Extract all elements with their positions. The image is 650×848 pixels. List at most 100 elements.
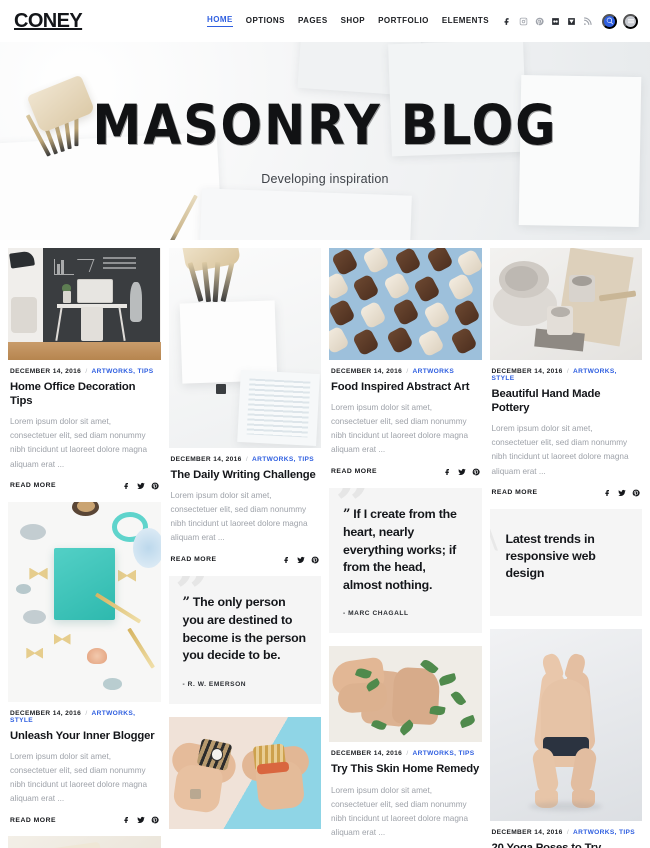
post-date: DECEMBER 14, 2016 (170, 456, 242, 463)
meta-separator: / (406, 750, 409, 758)
post-excerpt: Lorem ipsum dolor sit amet, consectetuer… (10, 751, 148, 804)
nav-item-portfolio[interactable]: PORTFOLIO (378, 16, 429, 27)
post-title[interactable]: Unleash Your Inner Blogger (10, 729, 159, 743)
hero-subtitle: Developing inspiration (261, 171, 389, 186)
nav-item-elements[interactable]: ELEMENTS (442, 16, 489, 27)
facebook-icon[interactable] (283, 556, 291, 564)
read-more-link[interactable]: READ MORE (492, 489, 538, 496)
twitter-icon[interactable] (457, 468, 466, 476)
post-card-yoga[interactable]: DECEMBER 14, 2016 / ARTWORKS, TIPS 20 Yo… (489, 628, 642, 848)
masonry-grid: DECEMBER 14, 2016 / ARTWORKS, TIPS Home … (0, 240, 650, 848)
post-categories[interactable]: ARTWORKS, TIPS (573, 829, 635, 836)
quote-body: If I create from the heart, nearly every… (343, 506, 457, 592)
meta-separator: / (85, 709, 88, 717)
post-meta: DECEMBER 14, 2016 / ARTWORKS, TIPS (331, 750, 480, 757)
post-title[interactable]: 20 Yoga Poses to Try (492, 841, 641, 848)
quote-body: The only person you are destined to beco… (182, 594, 307, 663)
pinterest-icon[interactable] (311, 556, 319, 564)
site-header: CONEY HOME OPTIONS PAGES SHOP PORTFOLIO … (0, 0, 650, 42)
post-categories[interactable]: ARTWORKS (413, 368, 455, 375)
primary-navigation: HOME OPTIONS PAGES SHOP PORTFOLIO ELEMEN… (206, 13, 638, 29)
read-more-link[interactable]: READ MORE (171, 556, 217, 563)
facebook-icon[interactable] (604, 489, 612, 497)
pinterest-icon[interactable] (632, 489, 640, 497)
pinterest-icon[interactable] (535, 17, 544, 26)
post-card-tail-image[interactable] (8, 836, 161, 848)
post-title[interactable]: Try This Skin Home Remedy (331, 762, 480, 776)
menu-toggle-button[interactable] (623, 13, 638, 29)
post-categories[interactable]: ARTWORKS, TIPS (92, 368, 154, 375)
post-card-bracelets-image[interactable] (168, 716, 321, 829)
post-title[interactable]: The Daily Writing Challenge (171, 468, 320, 482)
twitter-icon[interactable] (136, 482, 145, 490)
read-more-link[interactable]: READ MORE (10, 817, 56, 824)
post-thumbnail[interactable] (168, 248, 321, 448)
pinterest-icon[interactable] (151, 482, 159, 490)
post-card-food-art[interactable]: DECEMBER 14, 2016 / ARTWORKS Food Inspir… (329, 248, 482, 480)
search-button[interactable] (602, 13, 617, 29)
post-card-pottery[interactable]: DECEMBER 14, 2016 / ARTWORKS, STYLE Beau… (489, 248, 642, 501)
post-meta: DECEMBER 14, 2016 / ARTWORKS, TIPS (492, 829, 641, 836)
rss-icon[interactable] (583, 16, 592, 26)
link-card-title[interactable]: Latest trends in responsive web design (506, 531, 627, 582)
social-links (503, 16, 592, 26)
quote-card-emerson[interactable]: ” ” The only person you are destined to b… (168, 575, 321, 704)
post-meta: DECEMBER 14, 2016 / ARTWORKS, TIPS (10, 368, 159, 375)
post-card-blogger[interactable]: DECEMBER 14, 2016 / ARTWORKS, STYLE Unle… (8, 501, 161, 829)
post-thumbnail[interactable] (489, 628, 642, 821)
post-title[interactable]: Home Office Decoration Tips (10, 380, 159, 408)
twitter-icon[interactable] (297, 556, 305, 564)
vimeo-icon[interactable] (567, 17, 576, 26)
post-thumbnail[interactable] (8, 248, 161, 360)
post-thumbnail[interactable] (489, 248, 642, 360)
post-excerpt: Lorem ipsum dolor sit amet, consectetuer… (331, 785, 469, 837)
facebook-icon[interactable] (503, 17, 512, 26)
link-card-trends[interactable]: Latest trends in responsive web design (489, 508, 642, 616)
nav-item-pages[interactable]: PAGES (298, 16, 328, 27)
meta-separator: / (566, 828, 570, 836)
post-categories[interactable]: ARTWORKS, TIPS (252, 456, 314, 463)
quote-mark-icon: ” (343, 506, 351, 522)
nav-item-home[interactable]: HOME (206, 15, 233, 27)
quote-text: ” If I create from the heart, nearly ever… (343, 506, 468, 595)
post-thumbnail[interactable] (329, 248, 482, 360)
post-meta: DECEMBER 14, 2016 / ARTWORKS, STYLE (492, 368, 641, 382)
facebook-icon[interactable] (123, 816, 131, 824)
post-title[interactable]: Beautiful Hand Made Pottery (492, 387, 641, 415)
post-thumbnail[interactable] (8, 836, 161, 848)
meta-separator: / (566, 368, 570, 375)
site-logo[interactable]: CONEY (14, 10, 83, 33)
twitter-icon[interactable] (618, 489, 626, 497)
read-more-link[interactable]: READ MORE (331, 468, 377, 475)
meta-separator: / (85, 368, 88, 375)
nav-item-options[interactable]: OPTIONS (246, 16, 285, 27)
post-categories[interactable]: ARTWORKS, TIPS (413, 750, 475, 757)
post-date: DECEMBER 14, 2016 (491, 828, 563, 836)
meta-separator: / (406, 368, 409, 375)
instagram-icon[interactable] (519, 17, 528, 26)
nav-menu: HOME OPTIONS PAGES SHOP PORTFOLIO ELEMEN… (206, 15, 489, 27)
meta-separator: / (245, 456, 249, 463)
post-card-home-office[interactable]: DECEMBER 14, 2016 / ARTWORKS, TIPS Home … (8, 248, 161, 494)
pinterest-icon[interactable] (151, 816, 159, 824)
post-title[interactable]: Food Inspired Abstract Art (331, 380, 480, 394)
post-card-daily-writing[interactable]: DECEMBER 14, 2016 / ARTWORKS, TIPS The D… (168, 248, 321, 568)
twitter-icon[interactable] (136, 816, 145, 824)
post-thumbnail[interactable] (168, 716, 321, 829)
flickr-icon[interactable] (551, 17, 560, 26)
post-meta: DECEMBER 14, 2016 / ARTWORKS, TIPS (171, 456, 320, 463)
post-thumbnail[interactable] (329, 646, 482, 743)
quote-card-chagall[interactable]: ” ” If I create from the heart, nearly ev… (329, 487, 482, 634)
post-thumbnail[interactable] (8, 501, 161, 702)
nav-item-shop[interactable]: SHOP (341, 16, 365, 27)
post-excerpt: Lorem ipsum dolor sit amet, consectetuer… (10, 417, 148, 469)
pinterest-icon[interactable] (472, 468, 480, 476)
facebook-icon[interactable] (123, 482, 131, 490)
post-excerpt: Lorem ipsum dolor sit amet, consectetuer… (331, 403, 469, 455)
post-card-skin-remedy[interactable]: DECEMBER 14, 2016 / ARTWORKS, TIPS Try T… (329, 646, 482, 848)
post-date: DECEMBER 14, 2016 (331, 368, 403, 375)
read-more-link[interactable]: READ MORE (10, 482, 56, 489)
facebook-icon[interactable] (444, 468, 452, 476)
hero-content: MASONRY BLOG Developing inspiration (0, 42, 650, 240)
hero-banner: MASONRY BLOG Developing inspiration (0, 42, 650, 240)
